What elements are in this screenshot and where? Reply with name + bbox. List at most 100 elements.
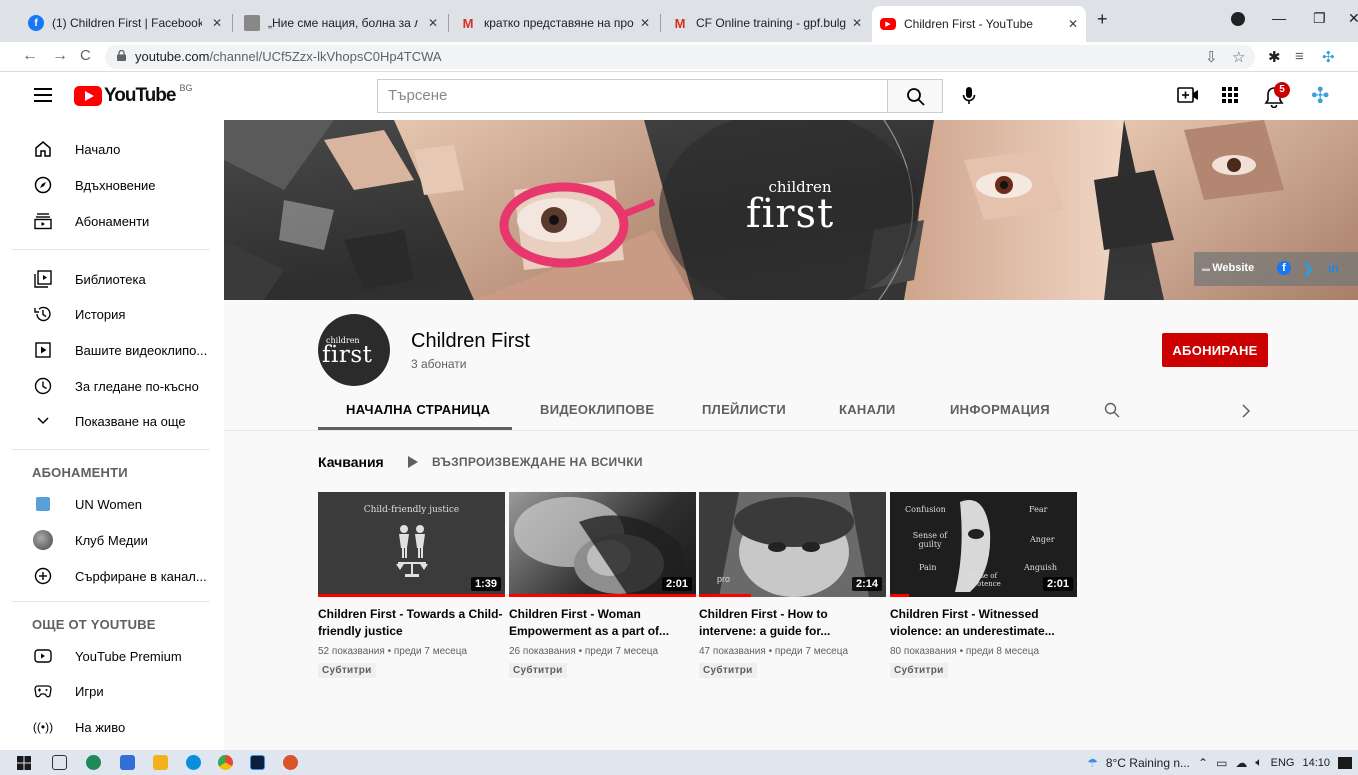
channel-search-icon[interactable] [1104, 402, 1120, 418]
browser-tab-gmail-1[interactable]: M кратко представяне на проекта ✕ [452, 8, 658, 38]
file-explorer-icon[interactable] [153, 755, 168, 770]
url-field[interactable]: youtube.com/channel/UCf5Zzx-lkVhopsC0Hp4… [105, 45, 1255, 69]
sidebar-item-explore[interactable]: Вдъхновение [0, 167, 224, 203]
sidebar-item-home[interactable]: Начало [0, 131, 224, 167]
voice-search-button[interactable] [954, 81, 984, 111]
video-thumbnail[interactable]: Confusion Fear Sense of guilty Anger Pai… [890, 492, 1077, 597]
close-tab-icon[interactable]: ✕ [852, 16, 862, 30]
sidebar-item-un-women[interactable]: UN Women [0, 486, 224, 522]
banner-logo-big: first [745, 191, 835, 237]
video-card[interactable]: 2:01 Children First - Woman Empowerment … [509, 492, 696, 678]
task-view-icon[interactable] [52, 755, 67, 770]
play-all-button[interactable]: ВЪЗПРОИЗВЕЖДАНЕ НА ВСИЧКИ [408, 455, 643, 469]
tray-overflow-icon[interactable]: ⌃ [1198, 756, 1208, 770]
sidebar-item-show-more[interactable]: Показване на още [0, 403, 224, 439]
video-card[interactable]: pro 2:14 Children First - How to interve… [699, 492, 886, 678]
volume-icon[interactable]: 🔈︎ [1255, 755, 1262, 770]
maximize-button[interactable]: ❐ [1313, 10, 1326, 27]
weather-icon: ☂ [1087, 755, 1098, 770]
windows-start-icon[interactable] [17, 756, 31, 770]
video-card[interactable]: Confusion Fear Sense of guilty Anger Pai… [890, 492, 1077, 678]
chrome-icon[interactable] [218, 755, 233, 770]
chevron-right-icon[interactable] [1241, 404, 1251, 418]
extensions-icon[interactable]: ✱ [1268, 48, 1281, 66]
video-card[interactable]: Child-friendly justice 1:39 Children Fir… [318, 492, 505, 678]
browser-tab-youtube[interactable]: ▶ Children First - YouTube ✕ [872, 6, 1086, 42]
thumbnail-word: Anger [1030, 535, 1055, 544]
sidebar-item-live[interactable]: ((•)) На живо [0, 709, 224, 745]
language-indicator[interactable]: ENG [1271, 757, 1295, 769]
forward-button[interactable]: → [52, 47, 68, 65]
close-tab-icon[interactable]: ✕ [212, 16, 222, 30]
sidebar-item-browse-channels[interactable]: Сърфиране в канал... [0, 558, 224, 594]
video-thumbnail[interactable]: pro 2:14 [699, 492, 886, 597]
reading-list-icon[interactable]: ≡ [1295, 48, 1304, 65]
close-tab-icon[interactable]: ✕ [428, 16, 438, 30]
video-title[interactable]: Children First - Woman Empowerment as a … [509, 606, 696, 640]
tab-about[interactable]: ИНФОРМАЦИЯ [950, 402, 1050, 417]
linkedin-icon[interactable]: in [1328, 261, 1339, 275]
network-icon[interactable]: ▭ [1216, 756, 1227, 770]
minimize-button[interactable]: — [1272, 10, 1286, 26]
reload-button[interactable]: C [80, 47, 91, 64]
cloud-icon[interactable]: ☁ [1235, 756, 1247, 770]
menu-icon[interactable] [34, 88, 52, 102]
notification-center-icon[interactable] [1338, 756, 1352, 769]
photoshop-icon[interactable] [250, 755, 265, 770]
video-title[interactable]: Children First - Towards a Child-friendl… [318, 606, 505, 640]
close-window-button[interactable]: ✕ [1348, 10, 1358, 27]
browser-tab-gmail-2[interactable]: M CF Online training - gpf.bulgaria ✕ [664, 8, 870, 38]
banner-logo: children first [728, 180, 852, 237]
search-button[interactable] [887, 79, 943, 113]
weather-text[interactable]: 8°C Raining n... [1106, 756, 1190, 770]
sidebar-item-library[interactable]: Библиотека [0, 261, 224, 297]
video-thumbnail[interactable]: Child-friendly justice 1:39 [318, 492, 505, 597]
browser-tab-facebook[interactable]: f (1) Children First | Facebook ✕ [20, 8, 230, 38]
sidebar-item-subscriptions[interactable]: Абонаменти [0, 203, 224, 239]
video-title[interactable]: Children First - How to intervene: a gui… [699, 606, 886, 640]
skype-icon[interactable] [186, 755, 201, 770]
close-tab-icon[interactable]: ✕ [1068, 17, 1078, 31]
browser-tab-article[interactable]: „Ние сме нация, болна за любо ✕ [236, 8, 446, 38]
mail-app-icon[interactable] [120, 755, 135, 770]
youtube-play-icon [74, 86, 102, 106]
video-meta: 47 показвания • преди 7 месеца [699, 646, 849, 657]
new-tab-button[interactable]: + [1097, 9, 1108, 30]
tab-separator [660, 14, 661, 32]
profile-icon[interactable] [1231, 12, 1245, 26]
sidebar-item-club-media[interactable]: Клуб Медии [0, 522, 224, 558]
apps-grid-icon[interactable] [1222, 87, 1238, 103]
sidebar-item-watch-later[interactable]: За гледане по-късно [0, 368, 224, 404]
sidebar-item-gaming[interactable]: Игри [0, 673, 224, 709]
channel-avatar[interactable]: children first [318, 314, 390, 386]
tab-channels[interactable]: КАНАЛИ [839, 402, 896, 417]
extension-logo-icon[interactable]: ✣ [1322, 48, 1335, 66]
subscribe-button[interactable]: АБОНИРАНЕ [1162, 333, 1268, 367]
notifications-button[interactable]: 5 [1264, 82, 1292, 110]
account-avatar[interactable]: ✣ [1311, 84, 1339, 108]
create-video-icon[interactable] [1177, 85, 1199, 105]
close-tab-icon[interactable]: ✕ [640, 16, 650, 30]
banner-website-link[interactable]: ▬ Website [1202, 262, 1254, 274]
un-women-avatar [33, 494, 53, 514]
bookmark-star-icon[interactable]: ☆ [1232, 48, 1245, 66]
sidebar-item-your-videos[interactable]: Вашите видеоклипо... [0, 332, 224, 368]
install-app-icon[interactable]: ⇩ [1205, 48, 1218, 66]
powerpoint-icon[interactable] [283, 755, 298, 770]
sidebar-item-history[interactable]: История [0, 296, 224, 332]
video-thumbnail[interactable]: 2:01 [509, 492, 696, 597]
video-title[interactable]: Children First - Witnessed violence: an … [890, 606, 1077, 640]
back-button[interactable]: ← [22, 47, 38, 65]
clock[interactable]: 14:10 [1302, 757, 1330, 769]
edge-icon[interactable] [86, 755, 101, 770]
uploads-section-title[interactable]: Качвания [318, 454, 384, 470]
tab-playlists[interactable]: ПЛЕЙЛИСТИ [702, 402, 786, 417]
sidebar-item-youtube-premium[interactable]: YouTube Premium [0, 638, 224, 674]
tab-videos[interactable]: ВИДЕОКЛИПОВЕ [540, 402, 654, 417]
youtube-logo[interactable]: YouTube BG [74, 83, 192, 107]
thumbnail-word: Confusion [905, 505, 946, 514]
search-input[interactable]: Търсене [377, 79, 887, 113]
tab-home[interactable]: НАЧАЛНА СТРАНИЦА [346, 402, 490, 417]
twitter-icon[interactable]: ❯ [1302, 260, 1314, 277]
facebook-icon[interactable]: f [1277, 261, 1291, 275]
